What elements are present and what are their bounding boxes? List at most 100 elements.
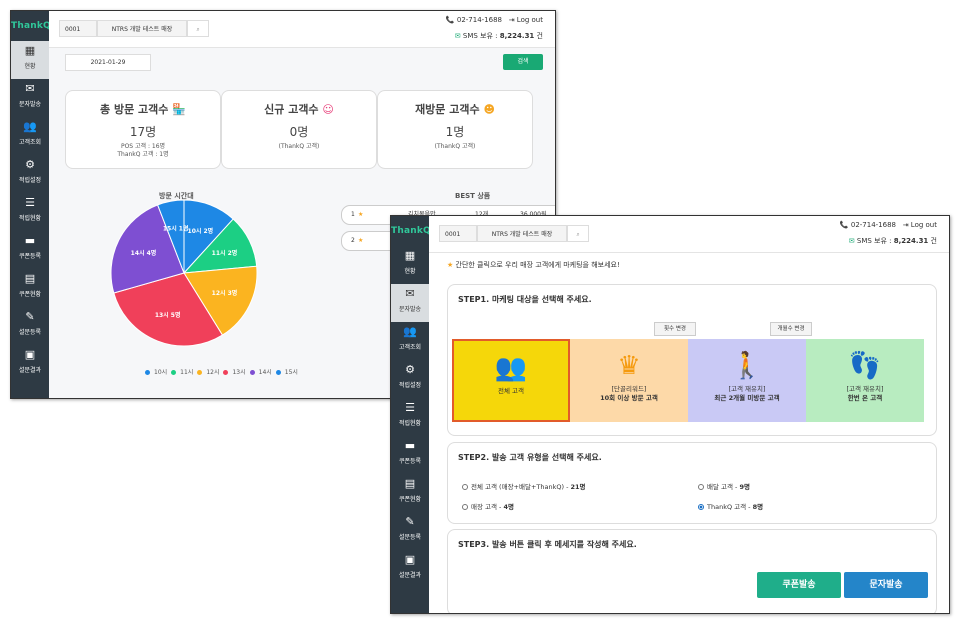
search-button[interactable]: 검색 xyxy=(503,54,543,70)
legend-item[interactable]: 11시 xyxy=(171,369,193,376)
sidebar-item-sms[interactable]: ✉ 문자발송 xyxy=(391,284,429,322)
best-rank: 1 xyxy=(351,211,355,218)
best-rank: 2 xyxy=(351,237,355,244)
store-name-field[interactable]: NTRS 개발 테스트 매장 xyxy=(97,20,187,37)
legend-label: 15시 xyxy=(284,369,298,376)
pie-label: 10시 2명 xyxy=(188,227,214,235)
step1-panel: STEP1. 마케팅 대상을 선택해 주세요. 횟수 변경 개월수 변경 👥 전… xyxy=(447,284,937,436)
users-icon: 👥 xyxy=(494,353,528,383)
change-count-button[interactable]: 횟수 변경 xyxy=(654,322,696,336)
option-tag: [단골리워드] xyxy=(611,385,647,393)
sms-balance-unit: 건 xyxy=(930,237,937,245)
send-coupon-button[interactable]: 쿠폰발송 xyxy=(757,572,841,598)
radio-button[interactable] xyxy=(698,484,704,490)
envelope-icon: ✉ xyxy=(848,237,855,245)
legend-swatch xyxy=(223,370,229,375)
list-icon: ☰ xyxy=(405,401,415,414)
sidebar-item-point-settings[interactable]: ⚙ 적립설정 xyxy=(11,155,49,193)
search-icon[interactable]: ⌕ xyxy=(567,225,589,242)
radio-button[interactable] xyxy=(698,504,704,510)
new-customers-value: 0명 xyxy=(289,125,309,139)
pie-label: 13시 5명 xyxy=(155,311,181,319)
target-one-time-customers[interactable]: 👣 [고객 재유치] 한번 온 고객 xyxy=(806,339,924,422)
send-sms-button[interactable]: 문자발송 xyxy=(844,572,928,598)
sidebar-item-coupon-register[interactable]: ▬ 쿠폰등록 xyxy=(391,436,429,474)
radio-button[interactable] xyxy=(462,504,468,510)
radio-all-customers[interactable]: 전체 고객 (매장+배달+ThankQ) - 21명 xyxy=(462,481,586,491)
sms-balance-value: 8,224.31 xyxy=(893,237,929,245)
calendar-icon: ▦ xyxy=(24,44,36,57)
store-code-field[interactable]: 0001 xyxy=(439,225,477,242)
target-all-customers[interactable]: 👥 전체 고객 xyxy=(452,339,570,422)
gear-icon: ⚙ xyxy=(25,158,35,171)
sidebar-item-coupon-status[interactable]: ▤ 쿠폰현황 xyxy=(391,474,429,512)
logout-icon: ⇥ xyxy=(902,221,909,229)
sidebar: ThankQ ▦ 현황 ✉ 문자발송 👥 고객조회 ⚙ 적립설정 ☰ 적립현황 ▬ 쿠폰등록… xyxy=(391,216,431,613)
store-name-field[interactable]: NTRS 개발 테스트 매장 xyxy=(477,225,567,242)
logout-link[interactable]: Log out xyxy=(911,221,937,229)
target-loyal-customers[interactable]: ♛ [단골리워드] 10회 이상 방문 고객 xyxy=(570,339,688,422)
step2-panel: STEP2. 발송 고객 유형을 선택해 주세요. 전체 고객 (매장+배달+T… xyxy=(447,442,937,524)
star-icon: ★ xyxy=(358,237,364,244)
returning-customers-value: 1명 xyxy=(445,125,465,139)
search-icon[interactable]: ⌕ xyxy=(187,20,209,37)
returning-customers-title-row: 재방문 고객수 ☻ xyxy=(378,101,532,117)
option-label: 한번 온 고객 xyxy=(847,394,883,402)
target-lapsed-customers[interactable]: 🚶 [고객 재유치] 최근 2개월 미방문 고객 xyxy=(688,339,806,422)
sms-main: ★ 간단한 클릭으로 우리 매장 고객에게 마케팅을 해보세요! STEP1. … xyxy=(429,253,949,613)
store-icon: 🏪 xyxy=(172,103,186,116)
radio-button[interactable] xyxy=(462,484,468,490)
option-label: 10회 이상 방문 고객 xyxy=(600,394,658,402)
step1-title: STEP1. 마케팅 대상을 선택해 주세요. xyxy=(458,295,592,304)
sidebar-item-sms[interactable]: ✉ 문자발송 xyxy=(11,79,49,117)
report-icon: ▣ xyxy=(404,553,416,566)
sms-balance: ✉ SMS 보유 : 8,224.31 건 xyxy=(849,236,937,246)
phone-icon: 📞 xyxy=(839,221,849,229)
sidebar-item-survey-register[interactable]: ✎ 설문등록 xyxy=(11,307,49,345)
sidebar-item-customers[interactable]: 👥 고객조회 xyxy=(391,322,429,360)
sidebar-item-status[interactable]: ▦ 현황 xyxy=(391,246,429,284)
sidebar-item-point-status[interactable]: ☰ 적립현황 xyxy=(11,193,49,231)
radio-thankq-customers[interactable]: ThankQ 고객 - 8명 xyxy=(698,501,763,511)
sidebar-item-survey-result[interactable]: ▣ 설문결과 xyxy=(391,550,429,588)
marketing-tip-text: 간단한 클릭으로 우리 매장 고객에게 마케팅을 해보세요! xyxy=(455,261,620,269)
pos-customers: POS 고객 : 16명 xyxy=(120,143,166,150)
legend-item[interactable]: 15시 xyxy=(275,369,298,376)
sidebar-item-point-status[interactable]: ☰ 적립현황 xyxy=(391,398,429,436)
change-months-button[interactable]: 개월수 변경 xyxy=(770,322,812,336)
calendar-icon: ▦ xyxy=(404,249,416,262)
store-code-field[interactable]: 0001 xyxy=(59,20,97,37)
radio-label: ThankQ 고객 - xyxy=(707,503,751,511)
sms-balance-label: SMS 보유 : xyxy=(856,237,892,245)
sidebar-item-customers[interactable]: 👥 고객조회 xyxy=(11,117,49,155)
total-visitors-sub: POS 고객 : 16명 ThankQ 고객 : 1명 xyxy=(66,143,220,159)
marketing-tip: ★ 간단한 클릭으로 우리 매장 고객에게 마케팅을 해보세요! xyxy=(447,260,620,270)
list-icon: ▤ xyxy=(24,272,36,285)
star-icon: ★ xyxy=(358,211,364,218)
sidebar-item-survey-result[interactable]: ▣ 설문결과 xyxy=(11,345,49,383)
users-icon: 👥 xyxy=(23,120,37,133)
sidebar-item-survey-register[interactable]: ✎ 설문등록 xyxy=(391,512,429,550)
legend-item[interactable]: 12시 xyxy=(197,369,219,376)
date-input[interactable]: 2021-01-29 xyxy=(65,54,151,71)
step3-title: STEP3. 발송 버튼 클릭 후 메세지를 작성해 주세요. xyxy=(458,540,637,549)
logout-link[interactable]: Log out xyxy=(517,16,543,24)
envelope-icon: ✉ xyxy=(405,287,415,300)
new-customers-title: 신규 고객수 xyxy=(264,103,319,116)
sidebar-item-point-settings[interactable]: ⚙ 적립설정 xyxy=(391,360,429,398)
radio-store-customers[interactable]: 매장 고객 - 4명 xyxy=(462,501,514,511)
legend-item[interactable]: 14시 xyxy=(249,369,272,376)
sidebar-item-status[interactable]: ▦ 현황 xyxy=(11,41,49,79)
returning-customers-sub: (ThankQ 고객) xyxy=(434,143,476,150)
legend-item[interactable]: 10시 xyxy=(145,369,167,376)
legend-swatch xyxy=(171,370,177,375)
gear-icon: ⚙ xyxy=(405,363,415,376)
legend-item[interactable]: 13시 xyxy=(223,369,246,376)
sidebar-item-coupon-register[interactable]: ▬ 쿠폰등록 xyxy=(11,231,49,269)
envelope-icon: ✉ xyxy=(454,32,461,40)
pie-label: 15시 1명 xyxy=(163,225,189,233)
sidebar: ThankQ ▦ 현황 ✉ 문자발송 👥 고객조회 ⚙ 적립설정 ☰ 적립현황 ▬ 쿠폰등록… xyxy=(11,11,51,398)
option-label: 전체 고객 xyxy=(498,387,524,395)
radio-delivery-customers[interactable]: 배달 고객 - 9명 xyxy=(698,481,750,491)
sidebar-item-coupon-status[interactable]: ▤ 쿠폰현황 xyxy=(11,269,49,307)
